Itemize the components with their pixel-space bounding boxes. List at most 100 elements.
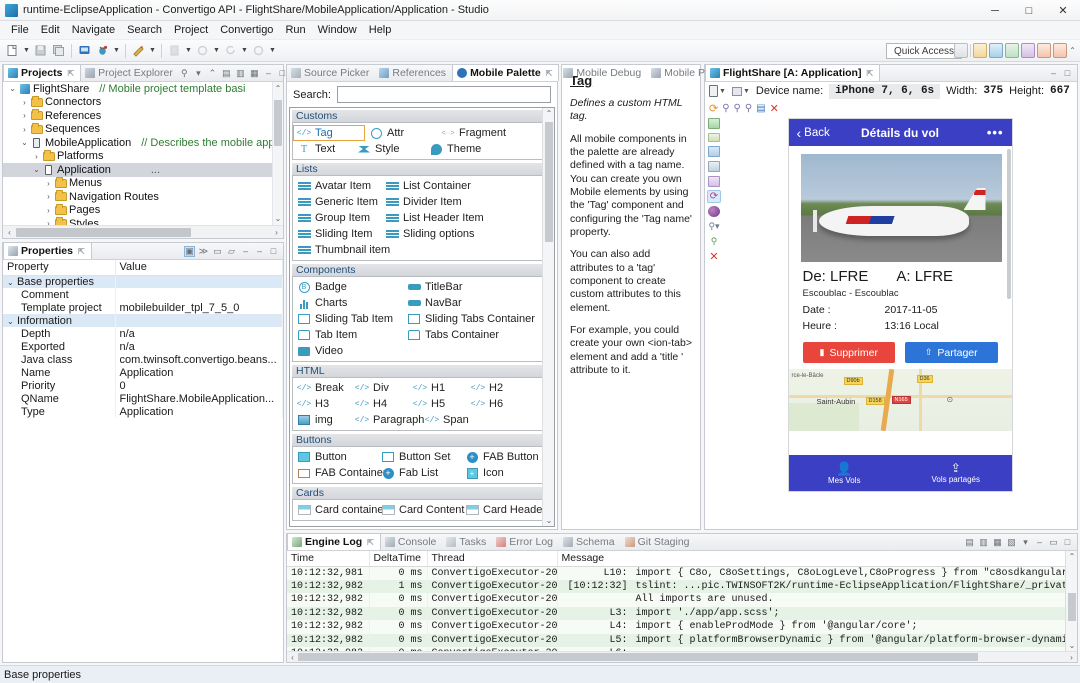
perspective-more-icon[interactable]: ⌃ [1069,46,1076,55]
menu-edit[interactable]: Edit [35,22,66,38]
palette-item[interactable]: NavBar [403,295,533,311]
tree-expand-arrow-icon[interactable]: › [31,152,42,161]
menu-run[interactable]: Run [279,22,311,38]
tree-expand-arrow-icon[interactable]: › [43,192,54,201]
palette-item[interactable]: </> Break [293,380,351,396]
log-row[interactable]: 10:12:32,982 0 ms ConvertigoExecutor-203 L3… [287,606,1077,620]
palette-item[interactable]: </> Div [351,380,409,396]
pin-icon-properties[interactable]: ⇱ [78,247,85,256]
palette-item[interactable]: </> H6 [467,396,525,412]
properties-expand-icon[interactable]: ⌄ [7,278,17,287]
tab-console[interactable]: Console [381,534,443,550]
properties-group-row[interactable]: ⌄ Information [3,314,283,327]
settings-icon[interactable]: ▦ [249,68,260,79]
pin-icon-palette[interactable]: ⇱ [546,69,553,78]
filter-icon[interactable]: ▥ [235,68,246,79]
reload-icon[interactable]: ⟳ [709,102,718,115]
properties-menu-icon[interactable]: ▭ [212,246,223,257]
menu-navigate[interactable]: Navigate [66,22,121,38]
test-dropdown-icon[interactable]: ▼ [212,42,221,59]
palette-scrollbar[interactable]: ⌃ ⌄ [542,108,554,526]
orientation-dropdown-icon[interactable]: ▼ [743,88,750,95]
tree-horizontal-scrollbar[interactable]: ‹ › [3,225,283,238]
refresh-preview-icon[interactable]: ⟳ [707,190,721,203]
phone-more-icon[interactable]: ••• [987,125,1004,140]
log-horizontal-scrollbar[interactable]: ‹ › [287,651,1077,662]
palette-item[interactable]: + Fab List [377,465,461,481]
tab-source-picker[interactable]: Source Picker [287,65,375,81]
palette-group-header[interactable]: Cards⁞ [292,487,552,500]
tree-item[interactable]: ⌄ MobileApplication // Describes the mobil… [3,136,283,150]
delete-preview-icon[interactable]: ✕ [770,102,779,115]
tree-item[interactable]: › Pages [3,203,283,218]
restore-log-icon[interactable]: ▭ [1048,537,1059,548]
perspective-open-icon[interactable] [954,43,969,58]
palette-item[interactable]: Avatar Item [293,178,381,194]
perspective-git-icon[interactable] [1037,43,1052,58]
tab-references[interactable]: References [375,65,452,81]
show-advanced-icon[interactable]: ▣ [184,245,195,257]
execute-icon[interactable] [166,42,183,59]
save-icon[interactable] [32,42,49,59]
palette-item[interactable]: Card Content [377,502,464,518]
engine-icon[interactable] [76,42,93,59]
tab-schema[interactable]: Schema [559,534,621,550]
test-icon[interactable] [194,42,211,59]
properties-group-row[interactable]: ⌄ Base properties [3,275,283,288]
palette-item[interactable]: Sliding Tab Item [293,311,403,327]
zoom-in-icon[interactable]: ⚲ [745,103,752,114]
palette-group-header[interactable]: Customs⁞ [292,110,552,123]
properties-value[interactable]: Application [115,405,283,418]
pin-properties-icon[interactable]: ▱ [226,246,237,257]
refresh-dropdown-icon[interactable]: ▼ [240,42,249,59]
log-header-time[interactable]: Time [287,551,370,567]
device-name-value[interactable]: iPhone 7, 6, 6s [829,83,941,99]
palette-item[interactable]: + Icon [461,465,545,481]
scroll-up-arrow-icon[interactable]: ⌃ [275,84,282,93]
log-scroll-lock-icon[interactable]: ▤ [964,537,975,548]
palette-scroll-up-icon[interactable]: ⌃ [543,109,554,118]
phone-back-button[interactable]: ‹ Back [797,126,830,140]
menu-search[interactable]: Search [121,22,168,38]
save-view-icon[interactable]: ▤ [221,68,232,79]
palette-group-header[interactable]: Lists⁞ [292,163,552,176]
quick-access-field[interactable]: Quick Access [886,43,962,59]
tab-mobile-palette[interactable]: Mobile Palette ⇱ [452,64,560,81]
stop-dropdown-icon[interactable]: ▼ [268,42,277,59]
tree-expand-arrow-icon[interactable]: › [19,98,30,107]
log-row[interactable]: 10:12:32,982 0 ms ConvertigoExecutor-203 Al… [287,593,1077,607]
palette-item[interactable]: Theme [425,141,497,157]
log-scroll-up-icon[interactable]: ⌃ [1066,552,1077,561]
maximize-preview-icon[interactable]: □ [1062,68,1073,79]
palette-scroll-area[interactable]: Customs⁞</>TagAttr<··>FragmentTTextStyle… [289,107,555,527]
width-value[interactable]: 375 [983,85,1003,97]
palette-item[interactable]: Button [293,449,377,465]
properties-value[interactable]: n/a [115,340,283,353]
theme-icon-rail[interactable] [708,206,720,217]
run-dropdown-icon[interactable]: ▼ [148,42,157,59]
palette-item[interactable]: <··> Fragment [437,125,509,141]
device-type-dropdown-icon[interactable]: ▼ [719,88,726,95]
minimize-preview-icon[interactable]: – [1048,68,1059,79]
properties-row[interactable]: Name Application [3,366,283,379]
tab-git-staging[interactable]: Git Staging [621,534,696,550]
source-icon[interactable] [708,161,720,172]
perspective-debug-icon[interactable] [989,43,1004,58]
palette-item[interactable]: </> Paragraph [351,412,425,428]
stop-icon[interactable] [250,42,267,59]
properties-row[interactable]: Template project mobilebuilder_tpl_7_5_0 [3,301,283,314]
palette-item[interactable]: Group Item [293,210,381,226]
palette-item[interactable]: Video [293,343,403,359]
new-dropdown-icon[interactable]: ▼ [22,42,31,59]
pick-icon[interactable]: ⚲▾ [708,221,720,232]
properties-value[interactable] [115,275,283,288]
style-icon-rail[interactable] [708,176,720,187]
tab-tasks[interactable]: Tasks [442,534,492,550]
tab-properties[interactable]: Properties ⇱ [3,242,92,259]
refresh-icon[interactable] [222,42,239,59]
log-row[interactable]: 10:12:32,982 0 ms ConvertigoExecutor-203 L4… [287,620,1077,634]
palette-scroll-down-icon[interactable]: ⌄ [543,516,554,525]
palette-item[interactable]: </> Span [421,412,479,428]
pin-icon-preview[interactable]: ⇱ [866,69,873,78]
log-clear-icon[interactable]: ▥ [978,537,989,548]
